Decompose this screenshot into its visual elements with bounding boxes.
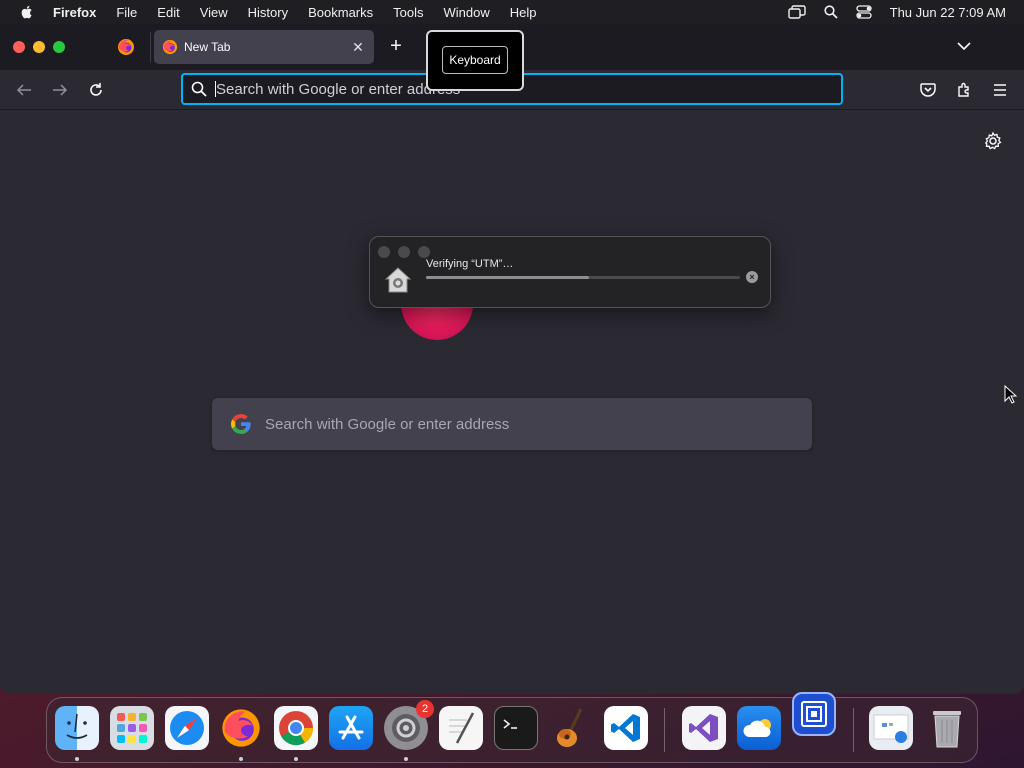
chrome-icon xyxy=(279,711,314,746)
window-minimize-button[interactable] xyxy=(33,41,45,53)
screenshot-thumbnail-icon xyxy=(873,714,909,743)
dialog-close-dot xyxy=(378,246,390,258)
dock-firefox[interactable] xyxy=(219,706,263,750)
launchpad-grid-icon xyxy=(117,713,147,743)
new-tab-button[interactable]: + xyxy=(386,36,406,56)
app-store-icon xyxy=(338,715,364,740)
dock-safari[interactable] xyxy=(165,706,209,750)
gear-icon[interactable] xyxy=(983,131,1003,151)
finder-icon xyxy=(66,713,88,739)
dock-system-settings[interactable]: 2 xyxy=(384,700,434,750)
menu-window[interactable]: Window xyxy=(444,5,490,20)
firefox-icon xyxy=(222,709,260,747)
dock-running-indicator xyxy=(294,757,298,761)
dock-visual-studio[interactable] xyxy=(682,706,726,750)
tab-new-tab[interactable]: New Tab ✕ xyxy=(154,30,374,64)
dialog-minimize-dot xyxy=(398,246,410,258)
firefox-window: New Tab ✕ + Keyboard xyxy=(0,24,1024,694)
visual-studio-icon xyxy=(689,714,718,742)
dock-launchpad[interactable] xyxy=(110,706,154,750)
pinned-tab-firefox[interactable] xyxy=(110,32,142,62)
dock-running-indicator xyxy=(75,757,79,761)
dock-vscode[interactable] xyxy=(604,706,648,750)
keyboard-tooltip: Keyboard xyxy=(426,30,524,91)
guitar-icon xyxy=(557,708,583,747)
spotlight-search-icon[interactable] xyxy=(824,5,838,19)
apple-menu-icon[interactable] xyxy=(19,4,35,20)
verifying-dialog: Verifying “UTM”… × xyxy=(369,236,771,308)
dock-garageband[interactable] xyxy=(549,706,593,750)
trash-icon xyxy=(933,711,961,748)
menu-history[interactable]: History xyxy=(248,5,288,20)
dock-terminal[interactable] xyxy=(494,706,538,750)
tab-strip: New Tab ✕ + Keyboard xyxy=(0,24,1024,91)
new-tab-page xyxy=(0,110,1024,694)
menu-edit[interactable]: Edit xyxy=(157,5,179,20)
reload-icon[interactable] xyxy=(87,81,105,99)
verifying-title: Verifying “UTM”… xyxy=(426,258,514,270)
dock-separator xyxy=(664,708,665,752)
dock-chrome[interactable] xyxy=(274,706,318,750)
extensions-puzzle-icon[interactable] xyxy=(955,81,973,99)
newtab-search-input[interactable] xyxy=(265,415,785,433)
menu-view[interactable]: View xyxy=(200,5,228,20)
menubar-clock[interactable]: Thu Jun 22 7:09 AM xyxy=(890,5,1006,20)
google-icon xyxy=(231,414,251,434)
terminal-prompt-icon xyxy=(503,719,517,729)
cancel-verify-button[interactable]: × xyxy=(746,271,758,283)
vscode-icon xyxy=(611,714,640,742)
screen-mirroring-icon[interactable] xyxy=(787,5,806,19)
notification-badge: 2 xyxy=(416,700,434,718)
menu-file[interactable]: File xyxy=(116,5,137,20)
menu-app-name[interactable]: Firefox xyxy=(53,5,96,20)
verifying-progress-fill xyxy=(426,276,590,279)
firefox-icon xyxy=(118,39,134,55)
cloud-icon xyxy=(743,719,771,737)
back-arrow-icon[interactable] xyxy=(15,81,33,99)
macos-dock: 2 xyxy=(46,692,978,763)
textedit-pen-icon xyxy=(449,712,475,744)
dock-running-indicator xyxy=(404,757,408,761)
tab-close-icon[interactable]: ✕ xyxy=(350,39,366,55)
safari-compass-icon xyxy=(170,711,204,745)
dock-utm[interactable] xyxy=(792,692,836,736)
dock-app-store[interactable] xyxy=(329,706,373,750)
dialog-zoom-dot xyxy=(418,246,430,258)
tab-title: New Tab xyxy=(184,40,231,54)
dock-separator xyxy=(853,708,854,752)
window-close-button[interactable] xyxy=(13,41,25,53)
verifying-progress-bar xyxy=(426,276,740,279)
dock-trash[interactable] xyxy=(925,706,969,750)
macos-menu-bar: Firefox File Edit View History Bookmarks… xyxy=(0,0,1024,24)
newtab-search-box[interactable] xyxy=(212,398,812,450)
dock-textedit[interactable] xyxy=(439,706,483,750)
window-zoom-button[interactable] xyxy=(53,41,65,53)
dock-running-indicator xyxy=(239,757,243,761)
utm-icon xyxy=(801,701,827,727)
list-all-tabs-chevron-down-icon[interactable] xyxy=(956,38,972,54)
control-center-icon[interactable] xyxy=(855,5,872,19)
forward-arrow-icon[interactable] xyxy=(51,81,69,99)
coretypes-house-icon xyxy=(384,267,412,293)
hamburger-menu-icon[interactable] xyxy=(991,81,1009,99)
dock-screenshot-stack[interactable] xyxy=(869,706,913,750)
mouse-pointer-icon xyxy=(1004,385,1018,404)
pocket-icon[interactable] xyxy=(919,81,937,99)
menu-bookmarks[interactable]: Bookmarks xyxy=(308,5,373,20)
tab-separator xyxy=(150,32,151,62)
dock-icloud[interactable] xyxy=(737,706,781,750)
keyboard-tooltip-label: Keyboard xyxy=(442,46,508,74)
menu-tools[interactable]: Tools xyxy=(393,5,423,20)
dock-finder[interactable] xyxy=(55,706,99,750)
search-icon xyxy=(191,81,207,97)
firefox-favicon-icon xyxy=(162,39,178,55)
menubar-status-area: Thu Jun 22 7:09 AM xyxy=(787,0,1006,24)
menu-help[interactable]: Help xyxy=(510,5,537,20)
